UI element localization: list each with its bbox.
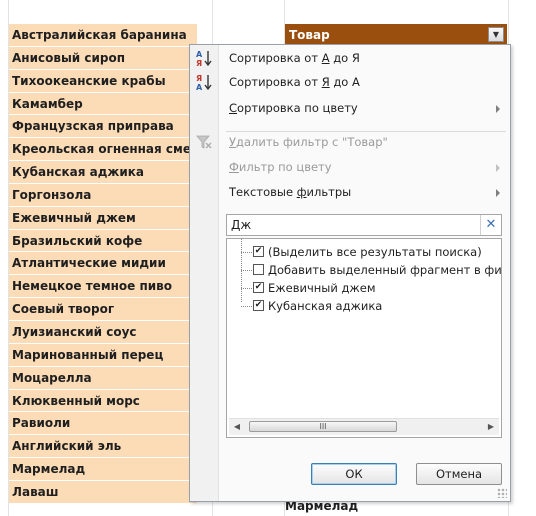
list-item[interactable]: Креольская огненная смесь	[9, 138, 197, 162]
list-item[interactable]: Лаваш	[9, 480, 197, 504]
sort-desc-icon: Я А	[196, 74, 212, 91]
svg-text:Я: Я	[196, 59, 202, 67]
scroll-left-icon[interactable]: ◀	[229, 419, 245, 435]
resize-grip-icon[interactable]	[497, 488, 507, 498]
list-item[interactable]: Мармелад	[9, 458, 197, 481]
checkbox[interactable]: ✔	[253, 246, 264, 257]
checkbox[interactable]	[253, 264, 264, 275]
scroll-right-icon[interactable]: ▶	[483, 419, 499, 435]
checklist-item-label: Добавить выделенный фрагмент в фильтр	[268, 263, 502, 277]
column-header-label: Товар	[289, 28, 330, 42]
svg-text:А: А	[196, 83, 203, 91]
tree-connector	[241, 288, 252, 289]
checkbox[interactable]: ✔	[253, 300, 264, 311]
menu-item-label: Фильтр по цвету	[229, 160, 332, 174]
checklist-item[interactable]: ✔ Кубанская аджика	[227, 297, 499, 315]
checklist-item[interactable]: Добавить выделенный фрагмент в фильтр	[227, 261, 502, 279]
column-header-cell[interactable]: Товар ▼	[285, 24, 507, 46]
list-item[interactable]: Австралийская баранина	[9, 24, 197, 47]
menu-item-label: Текстовые фильтры	[229, 185, 352, 199]
search-box: Дж ✕	[226, 214, 502, 236]
ok-button[interactable]: ОК	[311, 463, 397, 485]
svg-text:Я: Я	[196, 74, 202, 83]
list-item[interactable]: Камамбер	[9, 92, 197, 116]
tree-connector	[241, 252, 252, 253]
list-item[interactable]: Соевый творог	[9, 298, 197, 321]
list-item[interactable]: Атлантические мидии	[9, 252, 197, 276]
tree-connector	[241, 270, 252, 271]
tree-connector	[241, 306, 252, 307]
filter-dropdown-button[interactable]: ▼	[488, 27, 504, 42]
submenu-arrow-icon	[496, 164, 500, 172]
submenu-arrow-icon	[496, 189, 500, 197]
menu-item-clear-filter[interactable]: Удалить фильтр с "Товар"	[190, 131, 510, 155]
list-item[interactable]: Луизианский соус	[9, 320, 197, 344]
menu-item-sort-by-color[interactable]: Сортировка по цвету	[190, 97, 510, 121]
menu-item-filter-by-color[interactable]: Фильтр по цвету	[190, 156, 510, 180]
list-item[interactable]: Ежевичный джем	[9, 206, 197, 230]
checklist-item-label: (Выделить все результаты поиска)	[268, 245, 482, 259]
menu-item-label: Сортировка от А до Я	[229, 51, 360, 65]
sort-asc-icon: А Я	[196, 50, 212, 67]
list-item[interactable]: Тихоокеанские крабы	[9, 69, 197, 93]
list-item[interactable]: Горгонзола	[9, 183, 197, 207]
menu-item-label: Сортировка от Я до А	[229, 75, 360, 89]
cancel-button[interactable]: Отмена	[416, 463, 502, 485]
list-item[interactable]: Английский эль	[9, 435, 197, 459]
autofilter-menu: А Я Сортировка от А до Я Я А Сортировка …	[189, 44, 511, 502]
horizontal-scrollbar[interactable]: ◀ III ▶	[229, 418, 499, 435]
svg-text:А: А	[196, 50, 203, 59]
menu-item-sort-desc[interactable]: Я А Сортировка от Я до А	[190, 71, 510, 95]
scroll-thumb[interactable]: III	[249, 421, 397, 432]
list-item[interactable]: Немецкое темное пиво	[9, 275, 197, 299]
filter-checklist: ✔ (Выделить все результаты поиска) Добавит…	[226, 238, 502, 438]
clear-filter-icon	[196, 135, 212, 149]
checklist-item-label: Кубанская аджика	[268, 299, 383, 313]
checkbox[interactable]: ✔	[253, 282, 264, 293]
checklist-item[interactable]: ✔ (Выделить все результаты поиска)	[227, 243, 499, 261]
list-item[interactable]: Анисовый сироп	[9, 46, 197, 70]
menu-item-label: Удалить фильтр с "Товар"	[229, 135, 388, 149]
list-item[interactable]: Кубанская аджика	[9, 161, 197, 184]
checklist-item-label: Ежевичный джем	[268, 281, 376, 295]
menu-item-text-filters[interactable]: Текстовые фильтры	[190, 181, 510, 205]
list-item[interactable]: Клюквенный морс	[9, 389, 197, 413]
list-item[interactable]: Равиоли	[9, 412, 197, 436]
list-item[interactable]: Бразильский кофе	[9, 229, 197, 253]
clear-search-icon[interactable]: ✕	[480, 215, 501, 235]
checklist-item[interactable]: ✔ Ежевичный джем	[227, 279, 499, 297]
list-item[interactable]: Французская приправа	[9, 115, 197, 139]
menu-item-sort-asc[interactable]: А Я Сортировка от А до Я	[190, 47, 510, 71]
menu-item-label: Сортировка по цвету	[229, 101, 358, 115]
list-item[interactable]: Моцарелла	[9, 366, 197, 390]
search-input[interactable]: Дж	[231, 218, 251, 232]
submenu-arrow-icon	[496, 105, 500, 113]
product-column: Австралийская баранина Анисовый сироп Тихо…	[9, 24, 197, 504]
list-item[interactable]: Маринованный перец	[9, 343, 197, 367]
